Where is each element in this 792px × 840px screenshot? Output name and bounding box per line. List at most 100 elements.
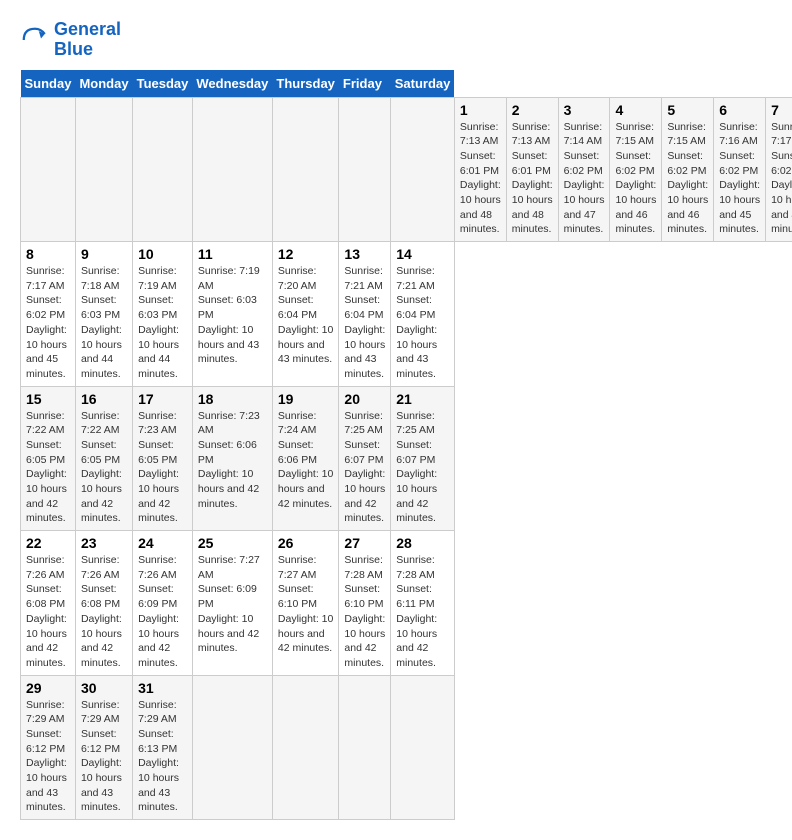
calendar-week-4: 22 Sunrise: 7:26 AM Sunset: 6:08 PM Dayl… (21, 531, 792, 676)
calendar-cell: 30 Sunrise: 7:29 AM Sunset: 6:12 PM Dayl… (75, 675, 132, 820)
calendar-cell: 1 Sunrise: 7:13 AM Sunset: 6:01 PM Dayli… (454, 97, 506, 242)
calendar-cell: 19 Sunrise: 7:24 AM Sunset: 6:06 PM Dayl… (272, 386, 339, 531)
calendar-cell: 24 Sunrise: 7:26 AM Sunset: 6:09 PM Dayl… (133, 531, 193, 676)
day-number: 21 (396, 391, 449, 407)
calendar-cell: 3 Sunrise: 7:14 AM Sunset: 6:02 PM Dayli… (558, 97, 610, 242)
day-info: Sunrise: 7:16 AM Sunset: 6:02 PM Dayligh… (719, 120, 760, 238)
day-header-wednesday: Wednesday (192, 70, 272, 98)
day-number: 12 (278, 246, 334, 262)
day-number: 27 (344, 535, 385, 551)
day-number: 9 (81, 246, 127, 262)
calendar-cell (391, 97, 455, 242)
calendar-cell (339, 675, 391, 820)
day-info: Sunrise: 7:27 AM Sunset: 6:10 PM Dayligh… (278, 553, 334, 656)
calendar-cell: 5 Sunrise: 7:15 AM Sunset: 6:02 PM Dayli… (662, 97, 714, 242)
day-info: Sunrise: 7:20 AM Sunset: 6:04 PM Dayligh… (278, 264, 334, 367)
day-number: 13 (344, 246, 385, 262)
day-info: Sunrise: 7:25 AM Sunset: 6:07 PM Dayligh… (396, 409, 449, 527)
calendar-cell: 10 Sunrise: 7:19 AM Sunset: 6:03 PM Dayl… (133, 242, 193, 387)
calendar-cell: 8 Sunrise: 7:17 AM Sunset: 6:02 PM Dayli… (21, 242, 76, 387)
day-number: 18 (198, 391, 267, 407)
day-info: Sunrise: 7:23 AM Sunset: 6:06 PM Dayligh… (198, 409, 267, 512)
calendar-body: 1 Sunrise: 7:13 AM Sunset: 6:01 PM Dayli… (21, 97, 792, 820)
day-number: 28 (396, 535, 449, 551)
calendar-cell: 22 Sunrise: 7:26 AM Sunset: 6:08 PM Dayl… (21, 531, 76, 676)
logo-text: General Blue (54, 20, 121, 60)
day-number: 1 (460, 102, 501, 118)
calendar-cell (75, 97, 132, 242)
day-number: 10 (138, 246, 187, 262)
day-number: 25 (198, 535, 267, 551)
calendar-cell: 9 Sunrise: 7:18 AM Sunset: 6:03 PM Dayli… (75, 242, 132, 387)
day-info: Sunrise: 7:17 AM Sunset: 6:02 PM Dayligh… (26, 264, 70, 382)
day-number: 17 (138, 391, 187, 407)
day-info: Sunrise: 7:13 AM Sunset: 6:01 PM Dayligh… (460, 120, 501, 238)
day-info: Sunrise: 7:29 AM Sunset: 6:13 PM Dayligh… (138, 698, 187, 816)
day-number: 8 (26, 246, 70, 262)
day-number: 30 (81, 680, 127, 696)
day-header-thursday: Thursday (272, 70, 339, 98)
day-number: 23 (81, 535, 127, 551)
day-header-saturday: Saturday (391, 70, 455, 98)
calendar-cell: 17 Sunrise: 7:23 AM Sunset: 6:05 PM Dayl… (133, 386, 193, 531)
calendar-cell: 7 Sunrise: 7:17 AM Sunset: 6:02 PM Dayli… (766, 97, 792, 242)
day-info: Sunrise: 7:21 AM Sunset: 6:04 PM Dayligh… (396, 264, 449, 382)
calendar-week-5: 29 Sunrise: 7:29 AM Sunset: 6:12 PM Dayl… (21, 675, 792, 820)
calendar-cell: 27 Sunrise: 7:28 AM Sunset: 6:10 PM Dayl… (339, 531, 391, 676)
calendar-cell: 18 Sunrise: 7:23 AM Sunset: 6:06 PM Dayl… (192, 386, 272, 531)
day-number: 29 (26, 680, 70, 696)
day-number: 7 (771, 102, 792, 118)
day-number: 5 (667, 102, 708, 118)
day-info: Sunrise: 7:15 AM Sunset: 6:02 PM Dayligh… (667, 120, 708, 238)
calendar-cell: 28 Sunrise: 7:28 AM Sunset: 6:11 PM Dayl… (391, 531, 455, 676)
day-number: 22 (26, 535, 70, 551)
day-info: Sunrise: 7:29 AM Sunset: 6:12 PM Dayligh… (26, 698, 70, 816)
day-info: Sunrise: 7:14 AM Sunset: 6:02 PM Dayligh… (564, 120, 605, 238)
calendar-cell: 29 Sunrise: 7:29 AM Sunset: 6:12 PM Dayl… (21, 675, 76, 820)
day-number: 3 (564, 102, 605, 118)
calendar-cell (272, 97, 339, 242)
calendar-cell: 31 Sunrise: 7:29 AM Sunset: 6:13 PM Dayl… (133, 675, 193, 820)
day-number: 16 (81, 391, 127, 407)
day-info: Sunrise: 7:24 AM Sunset: 6:06 PM Dayligh… (278, 409, 334, 512)
day-number: 26 (278, 535, 334, 551)
day-info: Sunrise: 7:22 AM Sunset: 6:05 PM Dayligh… (26, 409, 70, 527)
calendar-cell: 21 Sunrise: 7:25 AM Sunset: 6:07 PM Dayl… (391, 386, 455, 531)
day-header-sunday: Sunday (21, 70, 76, 98)
day-header-tuesday: Tuesday (133, 70, 193, 98)
day-number: 2 (512, 102, 553, 118)
day-info: Sunrise: 7:17 AM Sunset: 6:02 PM Dayligh… (771, 120, 792, 238)
day-info: Sunrise: 7:22 AM Sunset: 6:05 PM Dayligh… (81, 409, 127, 527)
day-info: Sunrise: 7:19 AM Sunset: 6:03 PM Dayligh… (138, 264, 187, 382)
day-number: 14 (396, 246, 449, 262)
day-info: Sunrise: 7:18 AM Sunset: 6:03 PM Dayligh… (81, 264, 127, 382)
day-header-friday: Friday (339, 70, 391, 98)
calendar-cell (133, 97, 193, 242)
calendar-table: SundayMondayTuesdayWednesdayThursdayFrid… (20, 70, 792, 821)
day-number: 31 (138, 680, 187, 696)
day-number: 11 (198, 246, 267, 262)
calendar-cell (192, 675, 272, 820)
calendar-cell: 26 Sunrise: 7:27 AM Sunset: 6:10 PM Dayl… (272, 531, 339, 676)
calendar-cell: 20 Sunrise: 7:25 AM Sunset: 6:07 PM Dayl… (339, 386, 391, 531)
day-info: Sunrise: 7:27 AM Sunset: 6:09 PM Dayligh… (198, 553, 267, 656)
day-header-monday: Monday (75, 70, 132, 98)
calendar-cell: 13 Sunrise: 7:21 AM Sunset: 6:04 PM Dayl… (339, 242, 391, 387)
day-number: 4 (615, 102, 656, 118)
day-number: 6 (719, 102, 760, 118)
calendar-week-1: 1 Sunrise: 7:13 AM Sunset: 6:01 PM Dayli… (21, 97, 792, 242)
calendar-cell: 23 Sunrise: 7:26 AM Sunset: 6:08 PM Dayl… (75, 531, 132, 676)
day-info: Sunrise: 7:15 AM Sunset: 6:02 PM Dayligh… (615, 120, 656, 238)
calendar-cell (192, 97, 272, 242)
calendar-cell: 12 Sunrise: 7:20 AM Sunset: 6:04 PM Dayl… (272, 242, 339, 387)
calendar-week-2: 8 Sunrise: 7:17 AM Sunset: 6:02 PM Dayli… (21, 242, 792, 387)
page-header: General Blue (20, 20, 772, 60)
calendar-cell (272, 675, 339, 820)
calendar-cell: 6 Sunrise: 7:16 AM Sunset: 6:02 PM Dayli… (714, 97, 766, 242)
logo-icon (20, 25, 50, 55)
day-number: 24 (138, 535, 187, 551)
day-number: 20 (344, 391, 385, 407)
calendar-cell: 25 Sunrise: 7:27 AM Sunset: 6:09 PM Dayl… (192, 531, 272, 676)
calendar-cell: 15 Sunrise: 7:22 AM Sunset: 6:05 PM Dayl… (21, 386, 76, 531)
day-info: Sunrise: 7:21 AM Sunset: 6:04 PM Dayligh… (344, 264, 385, 382)
